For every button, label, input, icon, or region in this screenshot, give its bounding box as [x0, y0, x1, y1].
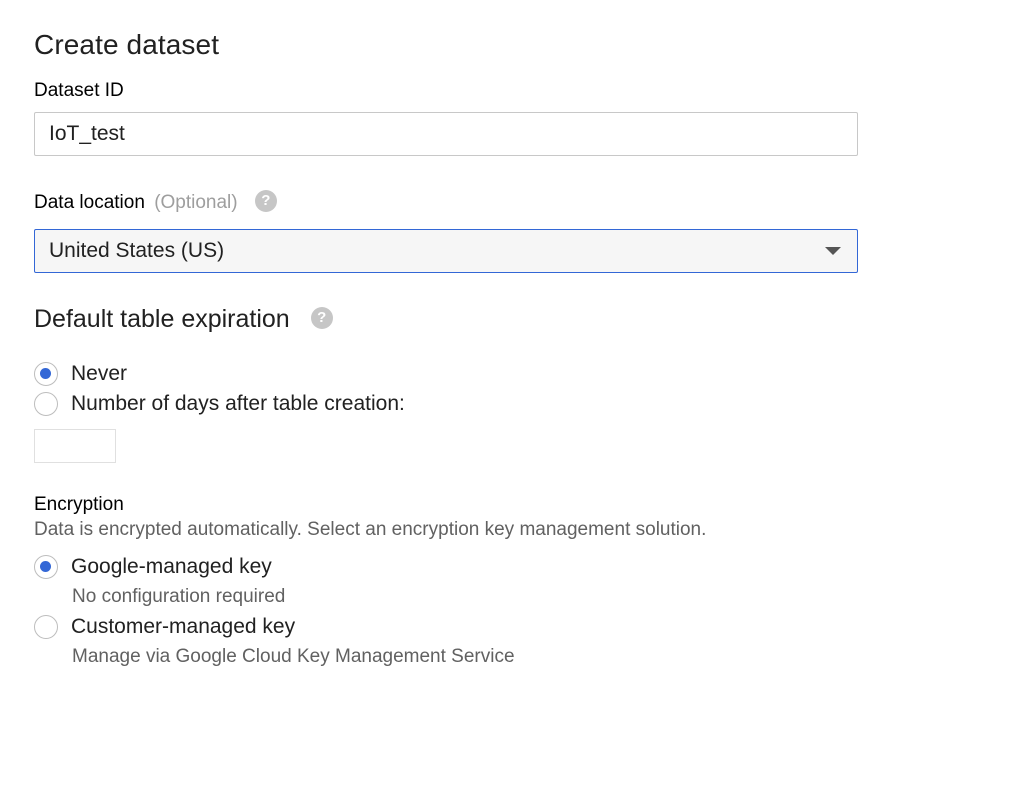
radio-button-checked[interactable] — [34, 362, 58, 386]
expiration-option-label: Never — [71, 362, 128, 385]
data-location-label-row: Data location (Optional) ? — [34, 190, 277, 214]
encryption-option-sublabel: No configuration required — [72, 586, 286, 607]
optional-label: (Optional) — [154, 192, 238, 214]
encryption-option-label: Customer-managed key — [71, 615, 296, 638]
expiration-title: Default table expiration — [34, 305, 290, 333]
dataset-id-label: Dataset ID — [34, 80, 124, 101]
encryption-label: Encryption — [34, 494, 124, 515]
encryption-option-customer-managed[interactable]: Customer-managed key — [34, 614, 295, 640]
expiration-section-title: Default table expiration ? — [34, 305, 333, 334]
expiration-option-days[interactable]: Number of days after table creation: — [34, 391, 405, 417]
radio-button-checked[interactable] — [34, 555, 58, 579]
data-location-select[interactable]: United States (US) — [34, 229, 858, 273]
data-location-label: Data location — [34, 192, 145, 214]
dataset-id-input[interactable]: IoT_test — [34, 112, 858, 156]
expiration-option-never[interactable]: Never — [34, 361, 127, 387]
radio-button-unchecked[interactable] — [34, 615, 58, 639]
question-mark-icon[interactable]: ? — [310, 307, 333, 330]
page-title: Create dataset — [34, 29, 220, 60]
encryption-option-sublabel: Manage via Google Cloud Key Management S… — [72, 646, 515, 667]
expiration-days-input[interactable] — [34, 429, 116, 463]
encryption-description: Data is encrypted automatically. Select … — [34, 519, 707, 540]
encryption-option-google-managed[interactable]: Google-managed key — [34, 554, 272, 580]
dropdown-arrow-icon — [825, 247, 841, 255]
expiration-option-label: Number of days after table creation: — [71, 392, 405, 415]
data-location-selected-value: United States (US) — [49, 239, 225, 262]
radio-button-unchecked[interactable] — [34, 392, 58, 416]
encryption-option-label: Google-managed key — [71, 555, 272, 578]
question-mark-icon[interactable]: ? — [254, 190, 277, 212]
